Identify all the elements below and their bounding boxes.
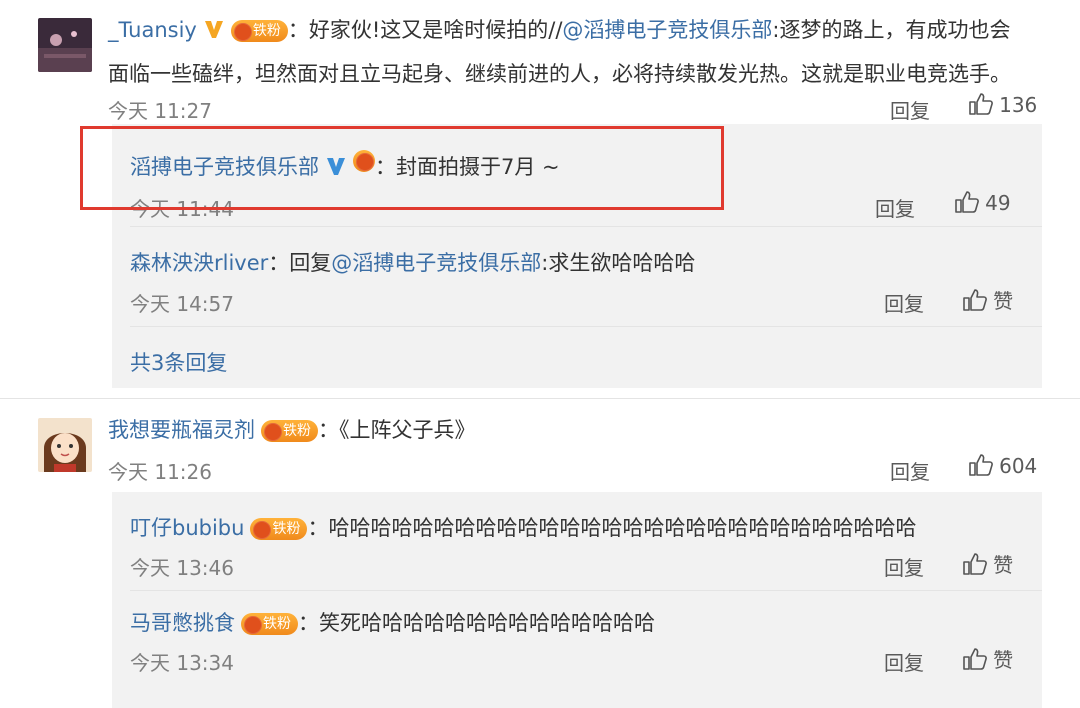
like-count: 136 xyxy=(999,93,1038,117)
reply-time: 今天 13:46 xyxy=(130,556,234,580)
comment-2-header: 我想要瓶福灵剂 铁粉 ：《上阵父子兵》 xyxy=(108,414,476,444)
divider xyxy=(130,326,1042,327)
reply-text: ：哈哈哈哈哈哈哈哈哈哈哈哈哈哈哈哈哈哈哈哈哈哈哈哈哈哈哈哈 xyxy=(307,516,917,540)
reply-button[interactable]: 回复 xyxy=(890,95,930,124)
reply-button[interactable]: 回复 xyxy=(884,647,924,676)
comment-username[interactable]: 我想要瓶福灵剂 xyxy=(108,418,255,442)
fan-badge: 铁粉 xyxy=(241,613,298,635)
mention-link[interactable]: @滔搏电子竞技俱乐部 xyxy=(331,251,541,275)
comment-text: ：好家伙!这又是啥时候拍的// xyxy=(287,18,563,42)
avatar-fulingji[interactable] xyxy=(38,418,92,472)
comment-time: 今天 11:27 xyxy=(108,99,212,123)
comment-text-cont: :逐梦的路上，有成功也会 xyxy=(772,18,1011,42)
verified-icon xyxy=(204,21,223,38)
like-label: 赞 xyxy=(993,553,1014,577)
comment-1-header: _Tuansiy 铁粉 ：好家伙!这又是啥时候拍的//@滔搏电子竞技俱乐部:逐梦的路… xyxy=(108,14,1011,44)
fan-badge: 铁粉 xyxy=(261,420,318,442)
like-button[interactable]: 136 xyxy=(968,92,1037,117)
reply-username[interactable]: 森林泱泱rliver xyxy=(130,251,268,275)
reply-2-2: 马哥憋挑食 铁粉 ：笑死哈哈哈哈哈哈哈哈哈哈哈哈哈哈 xyxy=(130,607,655,637)
highlight-box xyxy=(80,126,724,210)
thumbs-up-icon xyxy=(955,191,979,213)
like-button[interactable]: 49 xyxy=(954,190,1011,215)
thumbs-up-icon xyxy=(963,289,987,311)
mention-link[interactable]: @滔搏电子竞技俱乐部 xyxy=(562,18,772,42)
reply-username[interactable]: 马哥憋挑食 xyxy=(130,611,235,635)
reply-username[interactable]: 叮仔bubibu xyxy=(130,516,244,540)
divider xyxy=(0,398,1080,399)
thumbs-up-icon xyxy=(963,553,987,575)
reply-text: ：回复 xyxy=(268,251,332,275)
comment-time: 今天 11:26 xyxy=(108,460,212,484)
reply-button[interactable]: 回复 xyxy=(884,288,924,317)
comment-text: ：《上阵父子兵》 xyxy=(318,418,476,442)
comment-text-line2: 面临一些磕绊，坦然面对且立马起身、继续前进的人，必将持续散发光热。这就是职业电竞… xyxy=(108,62,1011,86)
reply-time: 今天 14:57 xyxy=(130,292,234,316)
like-button[interactable]: 赞 xyxy=(962,549,1013,578)
like-label: 赞 xyxy=(993,289,1014,313)
thumbs-up-icon xyxy=(969,454,993,476)
reply-2-1: 叮仔bubibu 铁粉 ：哈哈哈哈哈哈哈哈哈哈哈哈哈哈哈哈哈哈哈哈哈哈哈哈哈哈哈哈 xyxy=(130,512,916,542)
like-button[interactable]: 赞 xyxy=(962,644,1013,673)
reply-button[interactable]: 回复 xyxy=(884,552,924,581)
reply-text: ：笑死哈哈哈哈哈哈哈哈哈哈哈哈哈哈 xyxy=(298,611,655,635)
fan-badge: 铁粉 xyxy=(250,518,308,540)
thumbs-up-icon xyxy=(969,93,993,115)
like-button[interactable]: 赞 xyxy=(962,285,1013,314)
reply-button[interactable]: 回复 xyxy=(890,456,930,485)
reply-1-2: 森林泱泱rliver：回复@滔搏电子竞技俱乐部:求生欲哈哈哈哈 xyxy=(130,247,695,277)
like-count: 49 xyxy=(985,191,1011,215)
thumbs-up-icon xyxy=(963,648,987,670)
avatar-tuansiy[interactable] xyxy=(38,18,92,72)
reply-text-cont: :求生欲哈哈哈哈 xyxy=(541,251,696,275)
comment-username[interactable]: _Tuansiy xyxy=(108,18,197,42)
reply-time: 今天 13:34 xyxy=(130,651,234,675)
reply-button[interactable]: 回复 xyxy=(875,193,915,222)
like-button[interactable]: 604 xyxy=(968,453,1037,478)
divider xyxy=(130,590,1042,591)
view-more-replies-link[interactable]: 共3条回复 xyxy=(130,347,227,377)
divider xyxy=(130,226,1042,227)
like-count: 604 xyxy=(999,454,1038,478)
like-label: 赞 xyxy=(993,648,1014,672)
fan-badge: 铁粉 xyxy=(230,20,288,42)
